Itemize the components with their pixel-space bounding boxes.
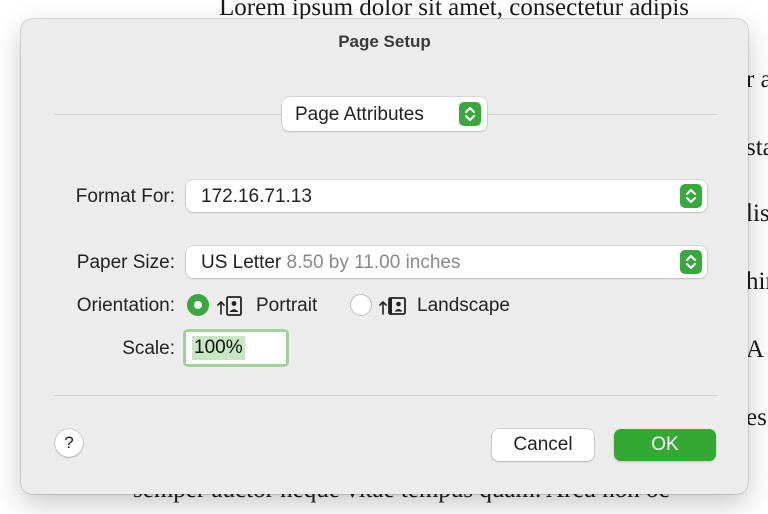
portrait-orientation-icon — [217, 296, 242, 316]
landscape-label[interactable]: Landscape — [417, 295, 510, 317]
dialog-title: Page Setup — [338, 32, 431, 51]
document-text-fragment: es — [746, 404, 767, 431]
chevron-up-down-icon — [680, 250, 702, 274]
ok-button[interactable]: OK — [614, 429, 716, 461]
orientation-label: Orientation: — [76, 295, 175, 316]
document-text-fragment: r a — [746, 66, 768, 93]
page-attributes-label: Page Attributes — [295, 104, 424, 125]
document-text-fragment: lis — [746, 200, 768, 227]
scale-focus-ring: 100% — [183, 329, 289, 367]
separator-bottom — [54, 395, 717, 396]
landscape-radio[interactable] — [350, 294, 372, 316]
page-setup-dialog: Page Setup Page Attributes Format For: 1… — [21, 19, 748, 494]
scale-value: 100% — [192, 336, 245, 360]
paper-size-detail: 8.50 by 11.00 inches — [286, 252, 461, 273]
page-attributes-popup[interactable]: Page Attributes — [282, 97, 487, 131]
format-for-popup[interactable]: 172.16.71.13 — [186, 180, 707, 212]
document-text-fragment: hir — [746, 268, 768, 295]
paper-size-value: US Letter 8.50 by 11.00 inches — [201, 252, 461, 273]
help-button[interactable]: ? — [55, 429, 83, 457]
paper-size-popup[interactable]: US Letter 8.50 by 11.00 inches — [186, 246, 707, 278]
chevron-up-down-icon — [459, 102, 481, 126]
landscape-orientation-icon — [379, 297, 406, 315]
portrait-radio[interactable] — [187, 294, 209, 316]
scale-label: Scale: — [122, 338, 175, 359]
format-for-label: Format For: — [75, 186, 175, 207]
cancel-button[interactable]: Cancel — [492, 429, 594, 461]
format-for-value: 172.16.71.13 — [201, 186, 312, 207]
portrait-label[interactable]: Portrait — [256, 295, 317, 317]
scale-input[interactable]: 100% — [186, 332, 286, 364]
chevron-up-down-icon — [680, 184, 702, 208]
document-text-fragment: A — [746, 336, 765, 363]
paper-size-label: Paper Size: — [76, 252, 175, 273]
document-text-fragment: sta — [746, 134, 768, 161]
